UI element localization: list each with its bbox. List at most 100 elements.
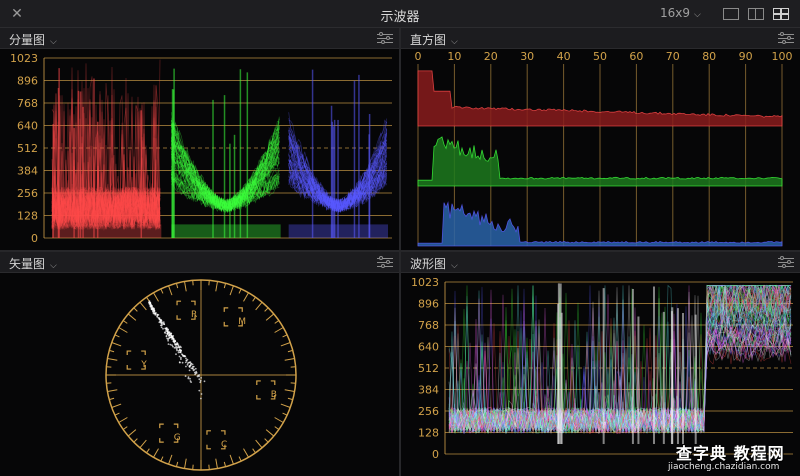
vectorscope-trace-point xyxy=(198,389,201,392)
parade-tick-label: 0 xyxy=(31,232,38,245)
histogram-panel-header: 直方图 ⌵ xyxy=(401,28,800,49)
vectorscope-tick xyxy=(127,313,137,321)
histogram-tick-label: 30 xyxy=(520,50,534,63)
histogram-tick-label: 70 xyxy=(666,50,680,63)
vectorscope-trace-point xyxy=(177,351,180,354)
vectorscope-tick xyxy=(284,389,295,392)
close-icon[interactable]: ✕ xyxy=(8,5,26,23)
vectorscope-trace-point xyxy=(188,361,191,364)
vectorscope-trace-point xyxy=(158,318,161,320)
vectorscope-trace-point xyxy=(152,308,155,311)
vectorscope-panel-header: 矢量图 ⌵ xyxy=(0,252,399,273)
vectorscope-trace-point xyxy=(172,339,175,341)
vectorscope-trace-point xyxy=(160,324,163,327)
vectorscope-tick xyxy=(215,281,218,292)
waveform-panel: 波形图 ⌵ 1023 896 768 640 512 384 256 128 0 xyxy=(401,252,800,476)
histogram-tick-label: 80 xyxy=(702,50,716,63)
settings-icon[interactable] xyxy=(778,255,794,269)
vectorscope-trace-point xyxy=(184,361,187,364)
parade-tick-label: 384 xyxy=(17,165,38,178)
vectorscope-tick xyxy=(118,417,128,423)
vectorscope-trace-point xyxy=(186,363,189,366)
quad-view-icon[interactable] xyxy=(773,8,789,20)
vectorscope-tick xyxy=(274,320,280,324)
vectorscope-tick xyxy=(175,283,179,289)
settings-icon[interactable] xyxy=(377,31,393,45)
vectorscope-trace-point xyxy=(160,326,163,329)
vectorscope-trace-point xyxy=(189,377,191,380)
panel-divider-vertical[interactable] xyxy=(399,28,401,476)
vectorscope-trace-point xyxy=(193,368,196,371)
vectorscope-tick xyxy=(109,397,115,401)
vectorscope-trace-point xyxy=(184,375,187,377)
vectorscope-target-label: B xyxy=(271,390,277,400)
vectorscope-trace-point xyxy=(183,354,186,357)
vectorscope-tick xyxy=(107,389,118,392)
settings-icon[interactable] xyxy=(778,31,794,45)
vectorscope-trace-point xyxy=(197,374,200,377)
vectorscope-tick xyxy=(229,285,234,296)
vectorscope-panel: 矢量图 ⌵ R M B C G Y xyxy=(0,252,399,476)
vectorscope-trace-point xyxy=(156,313,159,316)
parade-tick-label: 768 xyxy=(17,97,38,110)
vectorscope-tick xyxy=(252,448,256,454)
vectorscope-tick xyxy=(153,448,159,458)
waveform-tick-label: 768 xyxy=(418,319,439,332)
vectorscope-tick xyxy=(274,417,284,423)
vectorscope-trace-point xyxy=(200,393,203,395)
vectorscope-trace-point xyxy=(168,337,171,339)
panel-divider-horizontal[interactable] xyxy=(0,250,800,252)
vectorscope-tick xyxy=(184,281,187,292)
vectorscope-scope-selector[interactable]: 矢量图 ⌵ xyxy=(9,255,57,272)
vectorscope-target-label: R xyxy=(191,310,197,320)
vectorscope-trace-point xyxy=(191,367,194,370)
vectorscope-trace-point xyxy=(200,377,203,379)
vectorscope-title: 矢量图 xyxy=(9,257,46,271)
histogram-tick-label: 50 xyxy=(593,50,607,63)
waveform-panel-header: 波形图 ⌵ xyxy=(401,252,800,273)
parade-tick-label: 256 xyxy=(17,187,38,200)
waveform-tick-label: 256 xyxy=(418,405,439,418)
vectorscope-tick xyxy=(282,334,288,338)
vectorscope-tick xyxy=(122,320,128,324)
settings-icon[interactable] xyxy=(377,255,393,269)
vectorscope-tick xyxy=(133,438,138,443)
vectorscope-trace-point xyxy=(170,336,173,339)
histogram-scope-selector[interactable]: 直方图 ⌵ xyxy=(410,31,458,48)
parade-panel-header: 分量图 ⌵ xyxy=(0,28,399,49)
vectorscope-tick xyxy=(146,448,150,454)
parade-tick-label: 640 xyxy=(17,120,38,133)
vectorscope-trace-point xyxy=(199,379,202,382)
parade-scope: 1023 896 768 640 512 384 256 128 0 xyxy=(10,52,392,245)
histogram-title: 直方图 xyxy=(410,33,447,47)
vectorscope-trace-point xyxy=(178,346,181,349)
vectorscope-tick xyxy=(282,412,288,416)
vectorscope-tick xyxy=(243,292,249,302)
chevron-down-icon: ⌵ xyxy=(50,261,57,271)
vectorscope-tick xyxy=(114,334,120,338)
vectorscope-tick xyxy=(139,439,147,449)
vectorscope-tick xyxy=(215,458,218,469)
vectorscope-tick xyxy=(265,313,275,321)
vectorscope-trace-point xyxy=(175,353,177,356)
vectorscope-trace-point xyxy=(168,332,171,335)
vectorscope-trace-point xyxy=(151,307,154,309)
vectorscope-trace-point xyxy=(180,349,183,352)
vectorscope-tick xyxy=(223,283,227,289)
waveform-scope-selector[interactable]: 波形图 ⌵ xyxy=(410,255,458,272)
aspect-ratio-dropdown[interactable]: 16x9 ⌵ xyxy=(660,6,701,20)
vectorscope-tick xyxy=(255,439,263,449)
vectorscope-tick xyxy=(175,461,179,467)
vectorscope-tick xyxy=(229,454,234,465)
blue-channel-trace xyxy=(288,69,388,238)
vectorscope-trace-point xyxy=(187,376,190,378)
parade-scope-selector[interactable]: 分量图 ⌵ xyxy=(9,31,57,48)
vectorscope-trace-point xyxy=(185,357,187,360)
aspect-ratio-label: 16x9 xyxy=(660,6,691,20)
vectorscope-tick xyxy=(264,307,269,312)
single-view-icon[interactable] xyxy=(723,8,739,20)
vectorscope-tick xyxy=(284,358,295,361)
dual-view-icon[interactable] xyxy=(748,8,764,20)
vectorscope-tick xyxy=(122,426,128,430)
waveform-tick-label: 640 xyxy=(418,341,439,354)
